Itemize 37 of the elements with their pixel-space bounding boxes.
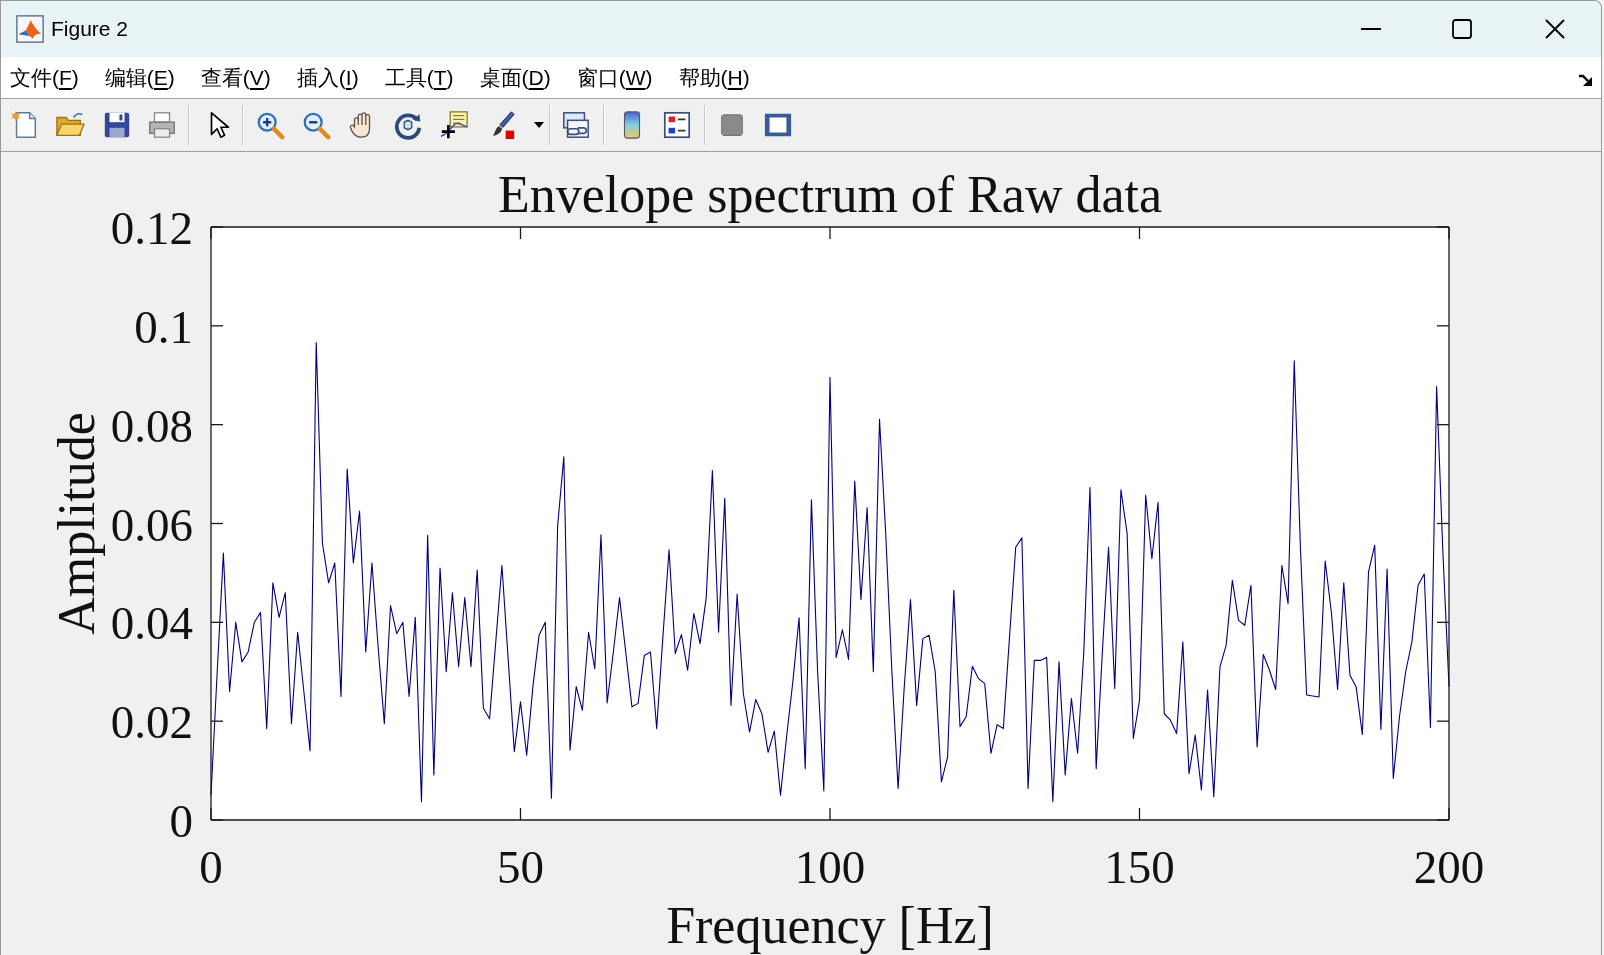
menu-item[interactable]: 插入(I) <box>296 63 359 92</box>
rotate-icon[interactable] <box>393 110 423 140</box>
y-tick-label: 0.12 <box>110 202 193 254</box>
x-tick-label: 150 <box>1104 841 1175 893</box>
menu-item[interactable]: 窗口(W) <box>576 63 653 92</box>
x-axis-label: Frequency [Hz] <box>666 897 994 954</box>
x-tick-label: 0 <box>199 841 223 893</box>
zoom-out-icon[interactable] <box>301 110 331 140</box>
y-tick-label: 0.08 <box>110 399 193 452</box>
linked-windows-icon[interactable] <box>561 110 591 140</box>
menu-item[interactable]: 帮助(H) <box>678 63 750 92</box>
peak-logo-icon <box>16 15 44 43</box>
chart-title: Envelope spectrum of Raw data <box>497 166 1163 223</box>
x-tick-label: 50 <box>497 841 544 893</box>
y-axis-label: Amplitude <box>48 412 105 635</box>
close-icon[interactable] <box>1545 19 1565 39</box>
maximize-icon[interactable] <box>1452 19 1472 39</box>
menu-item[interactable]: 文件(F) <box>10 63 79 92</box>
caret-icon[interactable] <box>534 122 544 128</box>
x-tick-label: 100 <box>794 841 866 893</box>
printer-icon[interactable] <box>147 110 177 140</box>
y-tick-label: 0.04 <box>110 597 193 650</box>
menu-item[interactable]: 桌面(D) <box>479 63 551 92</box>
save-icon[interactable] <box>102 110 132 140</box>
x-tick-label: 200 <box>1413 841 1485 893</box>
y-tick-label: 0.06 <box>110 498 193 551</box>
menu-item[interactable]: 查看(V) <box>200 63 271 92</box>
zoom-in-icon[interactable] <box>255 110 285 140</box>
y-tick-label: 0.1 <box>134 300 193 353</box>
y-tick-label: 0.02 <box>110 696 193 749</box>
window-title: Figure 2 <box>51 16 129 42</box>
data-cursor-icon[interactable] <box>439 110 469 140</box>
menu-item[interactable]: 工具(T) <box>384 63 454 92</box>
legend-icon[interactable] <box>662 110 692 140</box>
menu-item[interactable]: 编辑(E) <box>104 63 175 92</box>
arrow-icon[interactable] <box>1578 72 1594 87</box>
y-tick-label: 0 <box>169 795 193 847</box>
